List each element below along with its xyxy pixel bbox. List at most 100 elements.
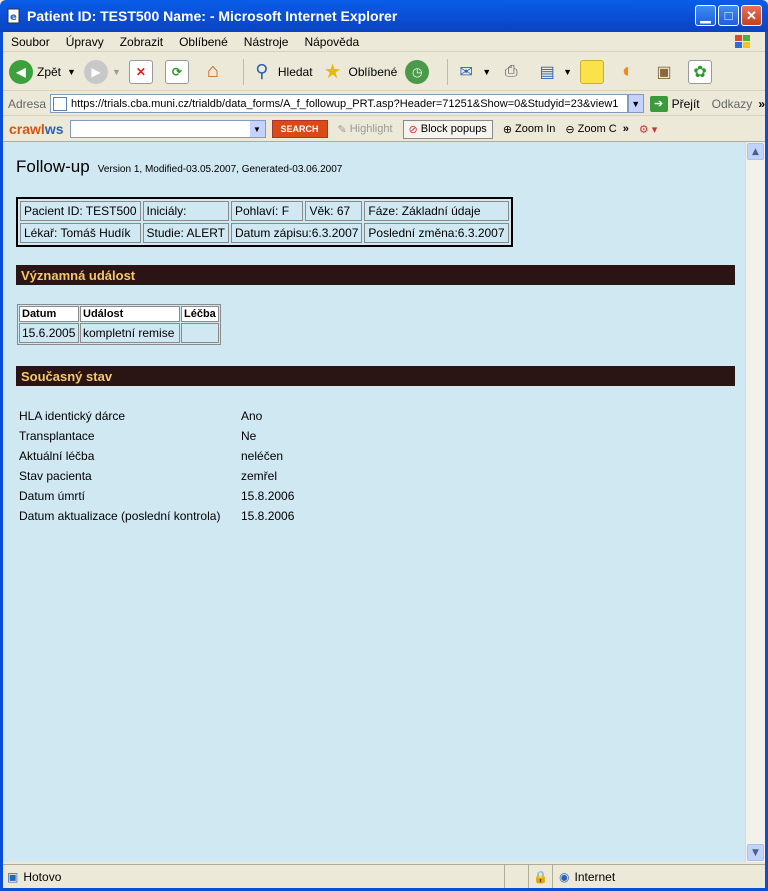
form-title: Follow-up bbox=[16, 157, 90, 176]
links-label[interactable]: Odkazy bbox=[712, 97, 753, 111]
refresh-button[interactable]: ⟳ bbox=[164, 59, 193, 84]
crawler-logo[interactable]: crawlws bbox=[3, 121, 70, 137]
chevron-down-icon: ▼ bbox=[631, 98, 641, 109]
state-value: zemřel bbox=[241, 469, 278, 483]
page-content: Follow-up Version 1, Modified-03.05.2007,… bbox=[3, 142, 745, 862]
home-icon: ⌂ bbox=[206, 60, 219, 82]
section-current-state: Současný stav bbox=[16, 366, 735, 386]
chevron-down-icon[interactable]: ▼ bbox=[249, 121, 265, 137]
status-right-pane: 🔒 ◉ Internet bbox=[505, 865, 615, 888]
history-icon: ◷ bbox=[405, 59, 430, 84]
messenger-icon: ◐ bbox=[622, 60, 635, 82]
zoom-in-button[interactable]: ⊕ Zoom In bbox=[503, 123, 556, 136]
status-cell bbox=[505, 865, 529, 888]
vertical-scrollbar[interactable]: ▲ ▼ bbox=[745, 142, 765, 862]
mail-button[interactable]: ✉ ▼ bbox=[454, 60, 492, 84]
menu-edit[interactable]: Úpravy bbox=[58, 35, 112, 49]
menu-view[interactable]: Zobrazit bbox=[112, 35, 171, 49]
block-popups-button[interactable]: ⊘ Block popups bbox=[402, 119, 493, 139]
state-label: Datum aktualizace (poslední kontrola) bbox=[19, 509, 221, 523]
back-button[interactable]: ◀ Zpět ▼ bbox=[9, 59, 76, 84]
address-input[interactable]: https://trials.cba.muni.cz/trialdb/data_… bbox=[50, 94, 628, 113]
go-button[interactable]: ➔ Přejít bbox=[649, 95, 700, 112]
info-sex: Pohlaví: F bbox=[231, 201, 304, 221]
menu-file[interactable]: Soubor bbox=[3, 35, 58, 49]
research-icon: ▣ bbox=[656, 63, 672, 81]
table-row: Lékař: Tomáš Hudík Studie: ALERT Datum z… bbox=[20, 223, 509, 243]
table-row: Pacient ID: TEST500 Iniciály: Pohlaví: F… bbox=[20, 201, 509, 221]
address-dropdown-button[interactable]: ▼ bbox=[627, 94, 644, 113]
star-icon: ★ bbox=[323, 61, 342, 83]
col-header-date: Datum bbox=[19, 306, 79, 322]
state-value: 15.8.2006 bbox=[241, 489, 295, 503]
window-titlebar: e Patient ID: TEST500 Name: - Microsoft … bbox=[0, 0, 768, 32]
notes-button[interactable] bbox=[580, 59, 608, 84]
scroll-down-button[interactable]: ▼ bbox=[747, 844, 764, 861]
info-study: Studie: ALERT bbox=[142, 223, 229, 243]
highlight-button[interactable]: ✎ Highlight bbox=[338, 123, 393, 136]
close-icon: ✕ bbox=[746, 7, 757, 23]
research-button[interactable]: ▣ bbox=[652, 60, 680, 84]
info-age: Věk: 67 bbox=[305, 201, 363, 221]
messenger-button[interactable]: ◐ bbox=[616, 60, 644, 84]
state-value: Ne bbox=[241, 429, 257, 443]
page-icon bbox=[53, 96, 68, 111]
list-item: Stav pacienta zemřel bbox=[19, 466, 294, 486]
stop-button[interactable]: ✕ bbox=[128, 59, 157, 84]
address-bar: Adresa https://trials.cba.muni.cz/triald… bbox=[3, 92, 765, 116]
standard-toolbar: ◀ Zpět ▼ ▶ ▼ ✕ ⟳ ⌂ ⚲ Hledat ★ Oblíbené ◷… bbox=[3, 53, 765, 91]
icq-button[interactable]: ✿ bbox=[688, 59, 716, 84]
cell-treatment bbox=[181, 323, 219, 343]
chevron-up-icon: ▲ bbox=[752, 146, 759, 157]
address-url: https://trials.cba.muni.cz/trialdb/data_… bbox=[71, 97, 619, 110]
list-item: Datum aktualizace (poslední kontrola) 15.… bbox=[19, 506, 294, 526]
chevron-down-icon: ▼ bbox=[752, 847, 759, 858]
back-dropdown-icon[interactable]: ▼ bbox=[67, 67, 76, 77]
state-label: Datum úmrtí bbox=[19, 489, 86, 503]
cell-date: 15.6.2005 bbox=[19, 323, 79, 343]
scroll-up-button[interactable]: ▲ bbox=[747, 143, 764, 160]
col-header-treatment: Léčba bbox=[181, 306, 219, 322]
forward-button[interactable]: ▶ ▼ bbox=[83, 59, 121, 84]
print-button[interactable]: ⎙ bbox=[499, 60, 527, 84]
globe-icon: ◉ bbox=[559, 869, 570, 884]
highlight-icon: ✎ bbox=[337, 123, 347, 136]
minimize-button[interactable]: ▁ bbox=[695, 5, 716, 26]
crawler-search-input[interactable]: ▼ bbox=[69, 120, 266, 138]
status-left-pane: ▣ Hotovo bbox=[3, 865, 505, 888]
search-icon: ⚲ bbox=[255, 61, 269, 81]
list-item: HLA identický dárce Ano bbox=[19, 406, 294, 426]
zoom-in-icon: ⊕ bbox=[502, 123, 513, 136]
maximize-button[interactable]: □ bbox=[718, 5, 739, 26]
page-done-icon: ▣ bbox=[7, 869, 19, 884]
address-label: Adresa bbox=[8, 96, 47, 111]
print-icon: ⎙ bbox=[504, 62, 518, 80]
search-button[interactable]: ⚲ Hledat bbox=[250, 60, 312, 84]
chevron-right-icon[interactable]: » bbox=[623, 123, 629, 135]
zoom-in-label: Zoom In bbox=[515, 123, 556, 135]
zoom-out-button[interactable]: ⊖ Zoom C bbox=[565, 123, 616, 136]
table-header-row: Datum Událost Léčba bbox=[19, 306, 219, 322]
state-label: Aktuální léčba bbox=[19, 449, 95, 463]
chevron-right-icon[interactable]: » bbox=[758, 97, 765, 111]
home-button[interactable]: ⌂ bbox=[201, 60, 229, 84]
close-button[interactable]: ✕ bbox=[741, 5, 762, 26]
favorites-button[interactable]: ★ Oblíbené bbox=[321, 60, 398, 84]
options-icon[interactable]: ⚙ ▾ bbox=[639, 123, 657, 136]
edit-button[interactable]: ▤ ▼ bbox=[535, 60, 572, 84]
menu-favorites[interactable]: Oblíbené bbox=[171, 35, 236, 49]
highlight-label: Highlight bbox=[349, 123, 393, 135]
forward-arrow-icon: ▶ bbox=[83, 59, 108, 84]
back-label: Zpět bbox=[37, 64, 62, 79]
info-patient-id: Pacient ID: TEST500 bbox=[20, 201, 141, 221]
go-label: Přejít bbox=[671, 96, 700, 111]
menu-help[interactable]: Nápověda bbox=[296, 35, 367, 49]
crawler-search-button[interactable]: SEARCH bbox=[271, 120, 328, 138]
window-title: Patient ID: TEST500 Name: - Microsoft In… bbox=[27, 8, 398, 24]
menu-tools[interactable]: Nástroje bbox=[236, 35, 297, 49]
block-popups-icon: ⊘ bbox=[408, 123, 418, 136]
list-item: Aktuální léčba neléčen bbox=[19, 446, 294, 466]
cell-event: kompletní remise bbox=[80, 323, 180, 343]
history-button[interactable]: ◷ bbox=[405, 59, 433, 84]
mail-dropdown-icon: ▼ bbox=[482, 66, 492, 77]
